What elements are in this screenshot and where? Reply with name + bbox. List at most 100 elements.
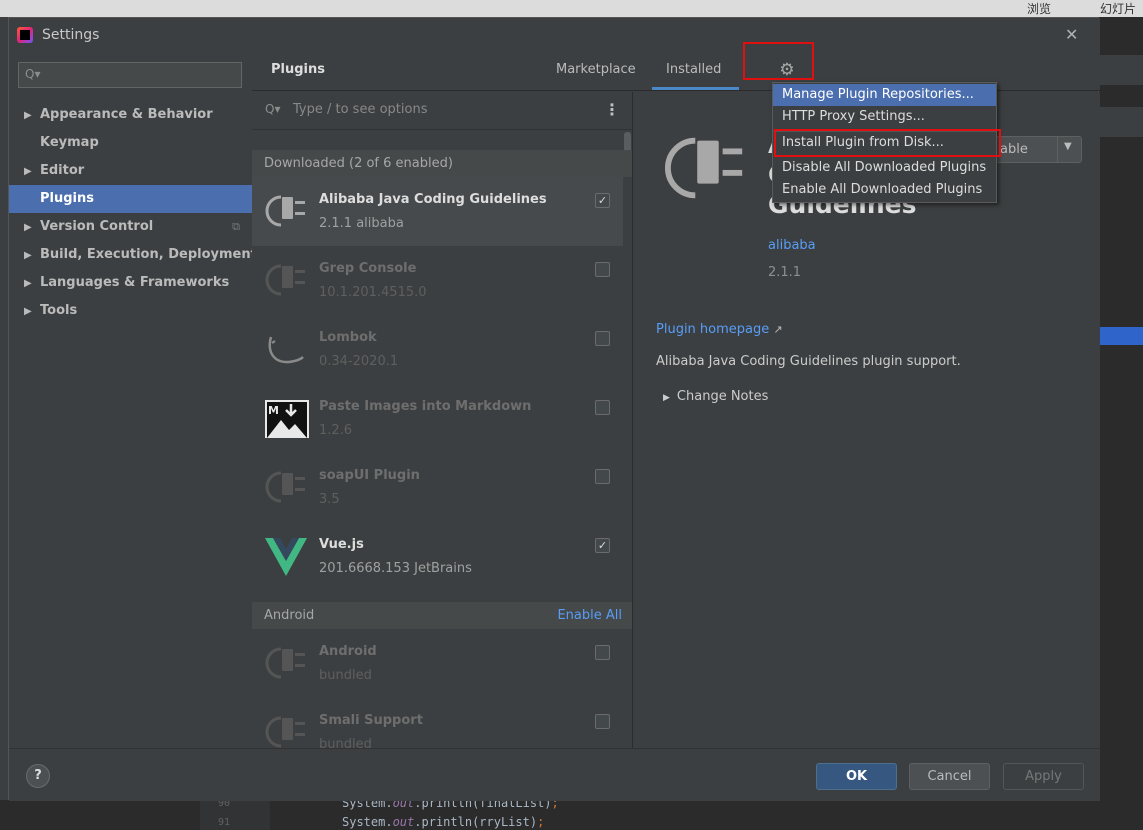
cancel-button[interactable]: Cancel: [909, 763, 990, 790]
sidebar-item-version-control[interactable]: ▶ Version Control ⧉: [9, 213, 252, 241]
plugin-enabled-checkbox[interactable]: [595, 469, 610, 484]
svg-text:M: M: [268, 404, 279, 417]
ok-button[interactable]: OK: [816, 763, 897, 790]
expand-arrow-icon[interactable]: ▶: [24, 214, 40, 242]
plugin-enabled-checkbox[interactable]: [595, 262, 610, 277]
more-options-icon[interactable]: ⋮: [604, 100, 620, 119]
markdown-image-icon: M: [265, 400, 309, 438]
settings-nav: ▶ Appearance & Behavior Keymap ▶ Editor Pl…: [9, 101, 257, 325]
background-editor-code: 90 System.out.println(finalList); 91 Sys…: [0, 796, 1143, 830]
plugin-enabled-checkbox[interactable]: ✓: [595, 538, 610, 553]
window-title: Settings: [42, 27, 100, 43]
active-tab-indicator: [652, 87, 739, 90]
plug-icon: [265, 471, 305, 503]
expand-arrow-icon[interactable]: ▶: [24, 102, 40, 130]
expand-arrow-icon[interactable]: ▶: [24, 298, 40, 326]
change-notes-toggle[interactable]: ▶ Change Notes: [663, 389, 768, 404]
background-top-strip: 浏览 幻灯片: [0, 0, 1143, 17]
lombok-icon: [268, 336, 304, 364]
expand-arrow-icon[interactable]: ▶: [24, 270, 40, 298]
chevron-down-icon[interactable]: ▼: [1064, 141, 1072, 152]
dialog-footer: ? OK Cancel Apply: [9, 748, 1100, 801]
external-link-icon: ↗: [773, 323, 783, 336]
plugin-meta: 2.1.1 alibaba: [319, 216, 404, 231]
menu-item-enable-all[interactable]: Enable All Downloaded Plugins: [773, 179, 996, 201]
plugin-search-placeholder[interactable]: Type / to see options: [293, 102, 427, 117]
plugin-list-panel: Q▾ Type / to see options ⋮ Downloaded (2…: [252, 92, 633, 748]
downloaded-section-header: Downloaded (2 of 6 enabled): [252, 150, 632, 177]
settings-search-input[interactable]: [41, 66, 236, 84]
sidebar-item-keymap[interactable]: Keymap: [9, 129, 252, 157]
plugin-vendor-link[interactable]: alibaba: [768, 238, 816, 253]
plugins-title: Plugins: [271, 62, 325, 77]
plugin-name: Vue.js: [319, 537, 364, 552]
plugin-meta: 201.6668.153 JetBrains: [319, 561, 472, 576]
plugin-row-smali-support[interactable]: Smali Support bundled: [252, 698, 623, 748]
menu-item-disable-all[interactable]: Disable All Downloaded Plugins: [773, 157, 996, 179]
plugin-row-alibaba[interactable]: Alibaba Java Coding Guidelines 2.1.1 ali…: [252, 177, 623, 246]
plug-icon: [265, 716, 305, 748]
plugin-enabled-checkbox[interactable]: [595, 714, 610, 729]
plugin-row-android[interactable]: Android bundled: [252, 629, 623, 698]
background-text-browse: 浏览: [1027, 2, 1052, 16]
plugin-name: Android: [319, 644, 377, 659]
settings-sidebar: Q▾ ▶ Appearance & Behavior Keymap ▶ Editor…: [9, 51, 257, 748]
expand-arrow-icon[interactable]: ▶: [24, 242, 40, 270]
menu-item-http-proxy[interactable]: HTTP Proxy Settings...: [773, 106, 996, 128]
sidebar-item-build-execution-deployment[interactable]: ▶ Build, Execution, Deployment: [9, 241, 257, 270]
plugin-name: Grep Console: [319, 261, 417, 276]
plugin-meta: bundled: [319, 737, 372, 748]
plug-icon: [265, 647, 305, 679]
android-section-header: Android Enable All: [252, 602, 632, 629]
plug-icon: [265, 195, 305, 227]
plugin-enabled-checkbox[interactable]: ✓: [595, 193, 610, 208]
plugin-search-bar[interactable]: Q▾ Type / to see options ⋮: [252, 92, 632, 130]
background-editor-right: [1099, 17, 1143, 830]
sidebar-item-appearance-behavior[interactable]: ▶ Appearance & Behavior: [9, 101, 252, 129]
background-text-slides: 幻灯片: [1100, 2, 1137, 16]
expand-arrow-icon[interactable]: ▶: [24, 158, 40, 186]
plugin-meta: 0.34-2020.1: [319, 354, 399, 369]
vue-icon: [265, 538, 307, 576]
plugin-homepage-link[interactable]: Plugin homepage ↗: [656, 322, 783, 337]
plugin-name: Smali Support: [319, 713, 423, 728]
sidebar-item-languages-frameworks[interactable]: ▶ Languages & Frameworks: [9, 269, 252, 297]
plugin-name: Paste Images into Markdown: [319, 399, 532, 414]
plugin-name: Alibaba Java Coding Guidelines: [319, 192, 547, 207]
apply-button[interactable]: Apply: [1003, 763, 1084, 790]
plugin-row-vuejs[interactable]: Vue.js 201.6668.153 JetBrains ✓: [252, 522, 623, 591]
help-button[interactable]: ?: [26, 764, 50, 788]
sidebar-item-plugins[interactable]: Plugins: [9, 185, 252, 213]
plugin-row-lombok[interactable]: Lombok 0.34-2020.1: [252, 315, 623, 384]
plug-icon: [265, 264, 305, 296]
install-from-disk-highlight-box: [774, 129, 1001, 157]
tab-installed[interactable]: Installed: [666, 62, 721, 77]
plugin-enabled-checkbox[interactable]: [595, 645, 610, 660]
plugin-row-soapui[interactable]: soapUI Plugin 3.5: [252, 453, 623, 522]
sidebar-item-tools[interactable]: ▶ Tools: [9, 297, 252, 325]
plugin-row-paste-images[interactable]: M Paste Images into Markdown 1.2.6: [252, 384, 623, 453]
plugin-meta: bundled: [319, 668, 372, 683]
plugin-enabled-checkbox[interactable]: [595, 331, 610, 346]
plug-icon: [664, 137, 743, 199]
plugin-version: 2.1.1: [768, 265, 802, 280]
expand-arrow-icon: ▶: [663, 393, 670, 403]
plugin-name: Lombok: [319, 330, 377, 345]
project-settings-icon: ⧉: [232, 220, 240, 233]
line-number: 91: [218, 817, 231, 828]
gear-highlight-box: [743, 42, 814, 80]
title-bar: Settings ✕: [9, 18, 1100, 51]
enable-all-link[interactable]: Enable All: [557, 608, 622, 623]
plugin-meta: 1.2.6: [319, 423, 353, 438]
code-line: System.out.println(rryList);: [342, 815, 545, 829]
search-icon: Q▾: [265, 102, 281, 116]
plugin-enabled-checkbox[interactable]: [595, 400, 610, 415]
close-icon[interactable]: ✕: [1065, 25, 1078, 44]
plugin-row-grep-console[interactable]: Grep Console 10.1.201.4515.0: [252, 246, 623, 315]
background-editor-left: [0, 17, 8, 830]
tab-marketplace[interactable]: Marketplace: [556, 62, 636, 77]
settings-search-box[interactable]: Q▾: [18, 62, 242, 88]
sidebar-item-editor[interactable]: ▶ Editor: [9, 157, 252, 185]
plugin-meta: 10.1.201.4515.0: [319, 285, 427, 300]
menu-item-manage-repositories[interactable]: Manage Plugin Repositories...: [773, 84, 996, 106]
